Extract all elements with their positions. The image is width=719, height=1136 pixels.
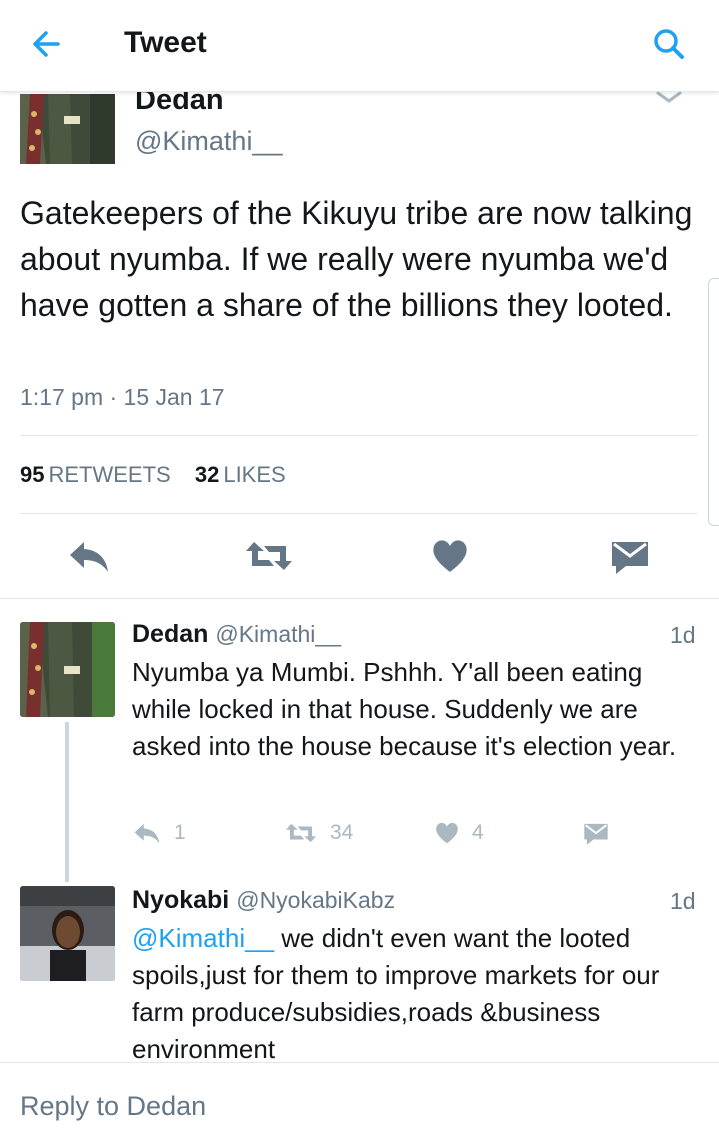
reply-header: Nyokabi @NyokabiKabz <box>132 886 395 915</box>
avatar[interactable] <box>20 886 115 981</box>
reply-author-handle[interactable]: @Kimathi__ <box>215 621 341 647</box>
tweet-text: Gatekeepers of the Kikuyu tribe are now … <box>20 195 693 323</box>
avatar[interactable] <box>20 622 115 717</box>
like-count: 4 <box>472 821 484 844</box>
direct-message-button[interactable] <box>610 536 650 576</box>
reply-author-name[interactable]: Dedan <box>132 620 208 648</box>
retweet-count: 95 <box>20 462 45 487</box>
reply-count: 1 <box>174 821 186 844</box>
author-handle[interactable]: @Kimathi__ <box>135 126 282 157</box>
like-count: 32 <box>194 462 220 487</box>
heart-icon <box>436 822 458 844</box>
retweet-icon <box>246 542 292 570</box>
tweet-timestamp: 1:17 pm · 15 Jan 17 <box>20 384 225 410</box>
reply-author-handle[interactable]: @NyokabiKabz <box>236 887 395 913</box>
reply-text: Nyumba ya Mumbi. Pshhh. Y'all been eatin… <box>132 657 677 761</box>
likes-stat[interactable]: 32 LIKES <box>195 462 286 487</box>
back-arrow-icon <box>33 31 60 57</box>
top-bar: Tweet <box>0 0 719 92</box>
reply-icon <box>70 542 108 572</box>
retweet-icon <box>286 823 316 843</box>
reply-icon <box>134 823 160 844</box>
avatar[interactable] <box>20 94 115 164</box>
direct-message-icon <box>584 823 608 845</box>
thread-line <box>65 722 69 882</box>
direct-message-icon <box>612 542 648 574</box>
retweets-stat[interactable]: 95 RETWEETS <box>20 462 171 487</box>
likes-label: LIKES <box>223 462 286 487</box>
divider <box>20 435 698 436</box>
reply-text: @Kimathi__ we didn't even want the loote… <box>132 920 702 1068</box>
retweet-button[interactable] <box>244 536 294 576</box>
reply-button[interactable] <box>66 536 112 576</box>
reply-dm-button[interactable] <box>582 818 622 848</box>
search-button[interactable] <box>650 26 690 62</box>
chevron-down-icon <box>656 91 682 103</box>
tweet-stats: 95 RETWEETS 32 LIKES <box>20 462 286 488</box>
reply-like-button[interactable]: 4 <box>434 818 484 848</box>
reply-time: 1d <box>670 622 696 648</box>
reply-input[interactable]: Reply to Dedan <box>20 1091 206 1122</box>
reply-time: 1d <box>670 888 696 914</box>
like-button[interactable] <box>430 536 470 576</box>
heart-icon <box>433 540 467 572</box>
reply-reply-button[interactable]: 1 <box>132 818 186 848</box>
back-button[interactable] <box>28 26 68 62</box>
search-icon <box>654 29 684 59</box>
tweet-menu-button[interactable] <box>655 90 683 104</box>
reply-header: Dedan @Kimathi__ <box>132 620 341 649</box>
retweets-label: RETWEETS <box>48 462 171 487</box>
section-separator <box>0 598 719 599</box>
mention-link[interactable]: @Kimathi__ <box>132 923 274 953</box>
reply-compose-bar: Reply to Dedan <box>0 1062 719 1136</box>
divider <box>20 513 698 514</box>
reply-retweet-button[interactable]: 34 <box>284 818 353 848</box>
retweet-count: 34 <box>330 821 354 844</box>
page-title: Tweet <box>124 26 207 59</box>
reply-author-name[interactable]: Nyokabi <box>132 886 229 914</box>
side-drawer-handle[interactable] <box>708 278 719 526</box>
